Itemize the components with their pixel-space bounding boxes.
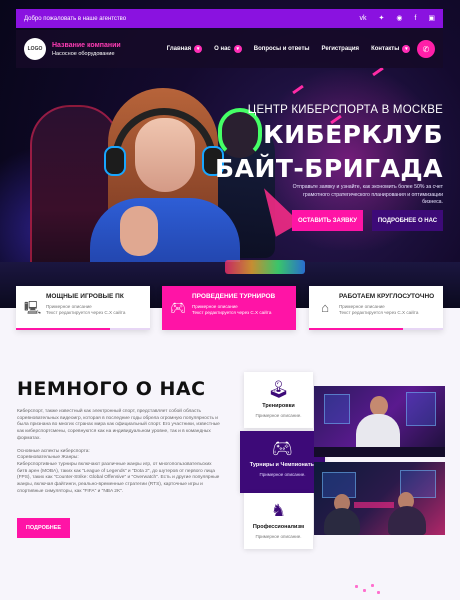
- gamepad-icon: 🎮︎: [271, 439, 294, 458]
- ok-icon[interactable]: ◉: [396, 15, 402, 22]
- computer-icon: 🖳: [24, 300, 42, 315]
- feature-card-tournaments[interactable]: 🎮︎ ПРОВЕДЕНИЕ ТУРНИРОВ Примерное описани…: [162, 286, 296, 330]
- chess-icon: ♞: [270, 501, 287, 520]
- feature-title: РАБОТАЕМ КРУГЛОСУТОЧНО: [339, 293, 435, 300]
- nav-item-registration[interactable]: Регистрация: [322, 46, 360, 52]
- feature-desc: Примерное описание Текст редактируется че…: [46, 304, 126, 315]
- nav-item-contacts[interactable]: Контакты ▾: [371, 45, 411, 53]
- nav-item-home[interactable]: Главная ▾: [166, 45, 203, 53]
- vk-icon[interactable]: vk: [359, 15, 366, 22]
- about-paragraph: Киберспорт, также известный как электрон…: [17, 409, 220, 441]
- service-title: Тренировки: [262, 403, 295, 409]
- service-desc: Примерное описание.: [259, 472, 306, 477]
- feature-card-24h[interactable]: ⌂ РАБОТАЕМ КРУГЛОСУТОЧНО Примерное описа…: [309, 286, 443, 330]
- chevron-down-icon: ▾: [402, 45, 411, 53]
- arcade-icon: 🕹︎: [267, 380, 290, 399]
- feature-title: МОЩНЫЕ ИГРОВЫЕ ПК: [46, 293, 124, 300]
- gamers-photo: [314, 462, 445, 535]
- gamer-photo: [314, 386, 445, 457]
- service-title: Профессионализм: [252, 524, 305, 530]
- rgb-keyboard: [225, 260, 305, 274]
- hero-title-line2: БАЙТ-БРИГАДА: [215, 154, 443, 183]
- twitter-icon[interactable]: ✦: [378, 15, 384, 22]
- service-desc: Примерное описание.: [255, 534, 302, 539]
- chevron-down-icon: ▾: [233, 45, 242, 53]
- about-title: НЕМНОГО О НАС: [17, 378, 206, 400]
- brand-name: Название компании: [52, 41, 121, 49]
- brand: Название компании Насосное оборудование: [52, 42, 121, 57]
- hero-subtitle: ЦЕНТР КИБЕРСПОРТА В МОСКВЕ: [247, 104, 443, 116]
- chevron-down-icon: ▾: [194, 45, 203, 53]
- social-links: vk ✦ ◉ f ▣: [359, 15, 435, 22]
- hero-text: ЦЕНТР КИБЕРСПОРТА В МОСКВЕ КИБЕРКЛУБ БАЙ…: [215, 104, 443, 184]
- gamepad-icon: 🎮︎: [170, 300, 187, 315]
- service-desc: Примерное описание.: [255, 413, 302, 418]
- nav-item-label: О нас: [214, 46, 231, 52]
- logo[interactable]: LOGO: [24, 38, 46, 60]
- service-title: Турниры и Чемпионаты: [249, 462, 316, 468]
- facebook-icon[interactable]: f: [414, 15, 416, 22]
- brand-subtitle: Насосное оборудование: [52, 50, 115, 57]
- store-icon: ⌂: [321, 300, 329, 315]
- submit-request-button[interactable]: ОСТАВИТЬ ЗАЯВКУ: [292, 210, 363, 231]
- service-card-tournaments[interactable]: 🎮︎ Турниры и Чемпионаты Примерное описан…: [240, 431, 325, 493]
- more-button[interactable]: ПОДРОБНЕЕ: [17, 518, 70, 538]
- about-more-button[interactable]: ПОДРОБНЕЕ О НАС: [372, 210, 443, 231]
- instagram-icon[interactable]: ▣: [428, 15, 435, 22]
- feature-desc: Примерное описание Текст редактируется че…: [192, 304, 272, 315]
- nav-item-label: Главная: [166, 46, 192, 52]
- nav-menu: Главная ▾ О нас ▾ Вопросы и ответы Регистр…: [167, 45, 411, 53]
- service-card-training[interactable]: 🕹︎ Тренировки Примерное описание.: [244, 372, 313, 428]
- about-paragraph: Киберспортивные турниры включают различн…: [17, 461, 220, 494]
- welcome-text: Добро пожаловать в наше агентство: [24, 15, 127, 22]
- feature-desc: Примерное описание Текст редактируется че…: [339, 304, 419, 315]
- hero-description: Отправьте заявку и узнайте, как экономит…: [292, 184, 443, 205]
- decor-dots: [355, 583, 385, 595]
- feature-card-pc[interactable]: 🖳 МОЩНЫЕ ИГРОВЫЕ ПК Примерное описание Те…: [16, 286, 150, 330]
- nav-item-label: Контакты: [371, 46, 400, 52]
- nav-item-label: Регистрация: [321, 46, 360, 52]
- nav-item-label: Вопросы и ответы: [253, 46, 310, 52]
- top-bar: Добро пожаловать в наше агентство vk ✦ ◉…: [16, 9, 443, 28]
- feature-title: ПРОВЕДЕНИЕ ТУРНИРОВ: [192, 293, 276, 300]
- nav-item-faq[interactable]: Вопросы и ответы: [254, 46, 310, 52]
- about-paragraph: Соревновательные Жанры:: [17, 455, 79, 461]
- main-nav: LOGO Название компании Насосное оборудов…: [16, 30, 443, 68]
- nav-item-about[interactable]: О нас ▾: [214, 45, 242, 53]
- service-card-professionalism[interactable]: ♞ Профессионализм Примерное описание.: [244, 493, 313, 549]
- hero-title-line1: КИБЕРКЛУБ: [263, 120, 443, 149]
- phone-icon[interactable]: ✆: [417, 40, 435, 58]
- about-text: Киберспорт, также известный как электрон…: [17, 409, 222, 501]
